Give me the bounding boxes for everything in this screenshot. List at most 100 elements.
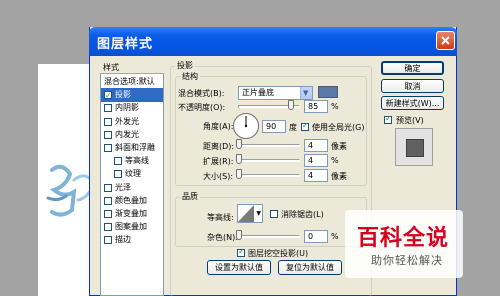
preview-checkbox[interactable] <box>384 114 392 124</box>
spread-input[interactable]: 4 <box>304 154 328 167</box>
shadow-color-swatch[interactable] <box>318 86 338 98</box>
style-list-item-label: 斜面和浮雕 <box>115 143 155 152</box>
blend-mode-select[interactable]: 正片叠底 <box>238 86 313 100</box>
size-slider-track[interactable] <box>238 174 300 177</box>
new-style-button[interactable]: 新建样式(W)... <box>381 96 444 110</box>
style-list-item-label: 光泽 <box>115 182 131 192</box>
style-list-item-checkbox[interactable] <box>104 236 112 245</box>
global-light-label: 使用全局光(G) <box>312 123 365 132</box>
noise-slider-track[interactable] <box>238 235 300 238</box>
close-icon <box>441 36 450 45</box>
style-list-item-label: 纹理 <box>125 169 141 179</box>
spread-slider-thumb[interactable] <box>236 154 242 164</box>
antialias-checkbox[interactable] <box>270 210 278 218</box>
contour-label: 等高线: <box>207 213 234 222</box>
noise-slider-thumb[interactable] <box>236 230 242 240</box>
distance-input[interactable]: 4 <box>304 139 328 152</box>
style-list-item-checkbox[interactable] <box>104 117 112 126</box>
style-preview <box>395 128 433 166</box>
style-list-item-label: 描边 <box>115 235 131 245</box>
style-list-item-checkbox[interactable] <box>104 89 112 103</box>
style-list-item-checkbox[interactable] <box>104 104 112 113</box>
style-list-item-label: 投影 <box>115 90 131 100</box>
quality-title: 品质 <box>180 191 200 202</box>
opacity-slider-thumb[interactable] <box>287 100 294 110</box>
style-list-item[interactable]: 纹理 <box>101 167 163 181</box>
style-list-item[interactable]: 内阴影 <box>101 101 163 115</box>
style-list-item[interactable]: 混合选项:默认 <box>101 75 163 89</box>
contour-curve-icon <box>238 205 254 222</box>
style-list-item-label: 颜色叠加 <box>115 195 147 205</box>
style-list-item[interactable]: 外发光 <box>101 115 163 129</box>
style-preview-swatch <box>406 139 424 157</box>
style-list-item[interactable]: 描边 <box>101 233 163 247</box>
style-list-item[interactable]: 投影 <box>101 88 163 103</box>
ok-button[interactable]: 确定 <box>381 61 444 75</box>
style-list-item-checkbox[interactable] <box>104 130 112 139</box>
blend-mode-value: 正片叠底 <box>242 88 274 97</box>
reset-default-button[interactable]: 复位为默认值 <box>278 260 342 275</box>
antialias-label: 消除锯齿(L) <box>281 210 324 219</box>
size-label: 大小(S): <box>203 172 234 181</box>
opacity-unit: % <box>331 102 339 111</box>
dialog-title: 图层样式 <box>97 37 154 52</box>
style-list-item[interactable]: 等高线 <box>101 154 163 168</box>
style-list-item-checkbox[interactable] <box>104 144 112 152</box>
noise-label: 杂色(N): <box>207 233 238 242</box>
size-unit: 像素 <box>331 172 347 181</box>
style-list-item[interactable]: 渐变叠加 <box>101 207 163 221</box>
style-list-item[interactable]: 图案叠加 <box>101 220 163 234</box>
style-list-item-checkbox[interactable] <box>104 196 112 205</box>
style-list-item[interactable]: 内发光 <box>101 128 163 142</box>
knockout-label: 图层挖空投影(U) <box>248 249 309 258</box>
watermark-subtitle: 助你轻松解决 <box>371 254 443 267</box>
drop-shadow-section-title: 投影 <box>175 60 195 71</box>
spread-slider-track[interactable] <box>238 159 300 162</box>
spread-label: 扩展(R): <box>203 157 234 166</box>
global-light-checkbox[interactable] <box>301 121 309 131</box>
style-list-item-label: 内阴影 <box>115 103 139 113</box>
style-list-item[interactable]: 颜色叠加 <box>101 194 163 208</box>
preview-label: 预览(V) <box>396 116 424 125</box>
set-default-button[interactable]: 设置为默认值 <box>207 260 271 275</box>
distance-unit: 像素 <box>331 142 347 151</box>
style-list-item-checkbox[interactable] <box>104 210 112 218</box>
style-list-item-label: 外发光 <box>115 116 139 126</box>
cancel-button[interactable]: 取消 <box>381 79 444 93</box>
style-list-header-label: 样式 <box>103 63 119 72</box>
style-list-item-label: 渐变叠加 <box>115 209 147 218</box>
style-list-item-checkbox[interactable] <box>104 223 112 232</box>
contour-dropdown-icon: ▼ <box>256 210 261 217</box>
style-list-item-label: 混合选项:默认 <box>104 77 155 86</box>
style-list-item-label: 图案叠加 <box>115 222 147 232</box>
watermark-title: 百科全说 <box>357 226 450 251</box>
style-list-item[interactable]: 斜面和浮雕 <box>101 141 163 155</box>
size-input[interactable]: 4 <box>304 169 328 182</box>
style-list-item-label: 内发光 <box>115 129 139 139</box>
style-list-item-checkbox[interactable] <box>104 183 112 192</box>
style-list-item-label: 等高线 <box>125 156 149 166</box>
angle-unit: 度 <box>289 123 297 132</box>
knockout-checkbox[interactable] <box>237 247 245 257</box>
distance-slider-thumb[interactable] <box>236 139 242 149</box>
spread-unit: % <box>331 156 339 165</box>
style-list-item[interactable]: 光泽 <box>101 181 163 195</box>
contour-picker[interactable]: ▼ <box>237 204 263 223</box>
style-list-item-checkbox[interactable] <box>114 157 122 166</box>
chevron-down-icon <box>300 87 312 99</box>
distance-label: 距离(D): <box>203 142 235 151</box>
style-list-header: 样式 <box>100 60 164 74</box>
distance-slider-track[interactable] <box>238 144 300 147</box>
close-button[interactable] <box>436 31 455 50</box>
angle-input[interactable]: 90 <box>262 120 286 133</box>
noise-unit: % <box>331 232 339 241</box>
noise-input[interactable]: 0 <box>304 230 328 243</box>
style-list-item-checkbox[interactable] <box>114 170 122 179</box>
angle-label: 角度(A): <box>203 122 234 131</box>
opacity-input[interactable]: 85 <box>304 100 328 113</box>
blend-mode-label: 混合模式(B): <box>178 89 225 98</box>
angle-indicator-icon <box>244 116 248 128</box>
angle-dial[interactable] <box>233 113 259 139</box>
structure-title: 结构 <box>180 71 200 82</box>
size-slider-thumb[interactable] <box>236 169 242 179</box>
